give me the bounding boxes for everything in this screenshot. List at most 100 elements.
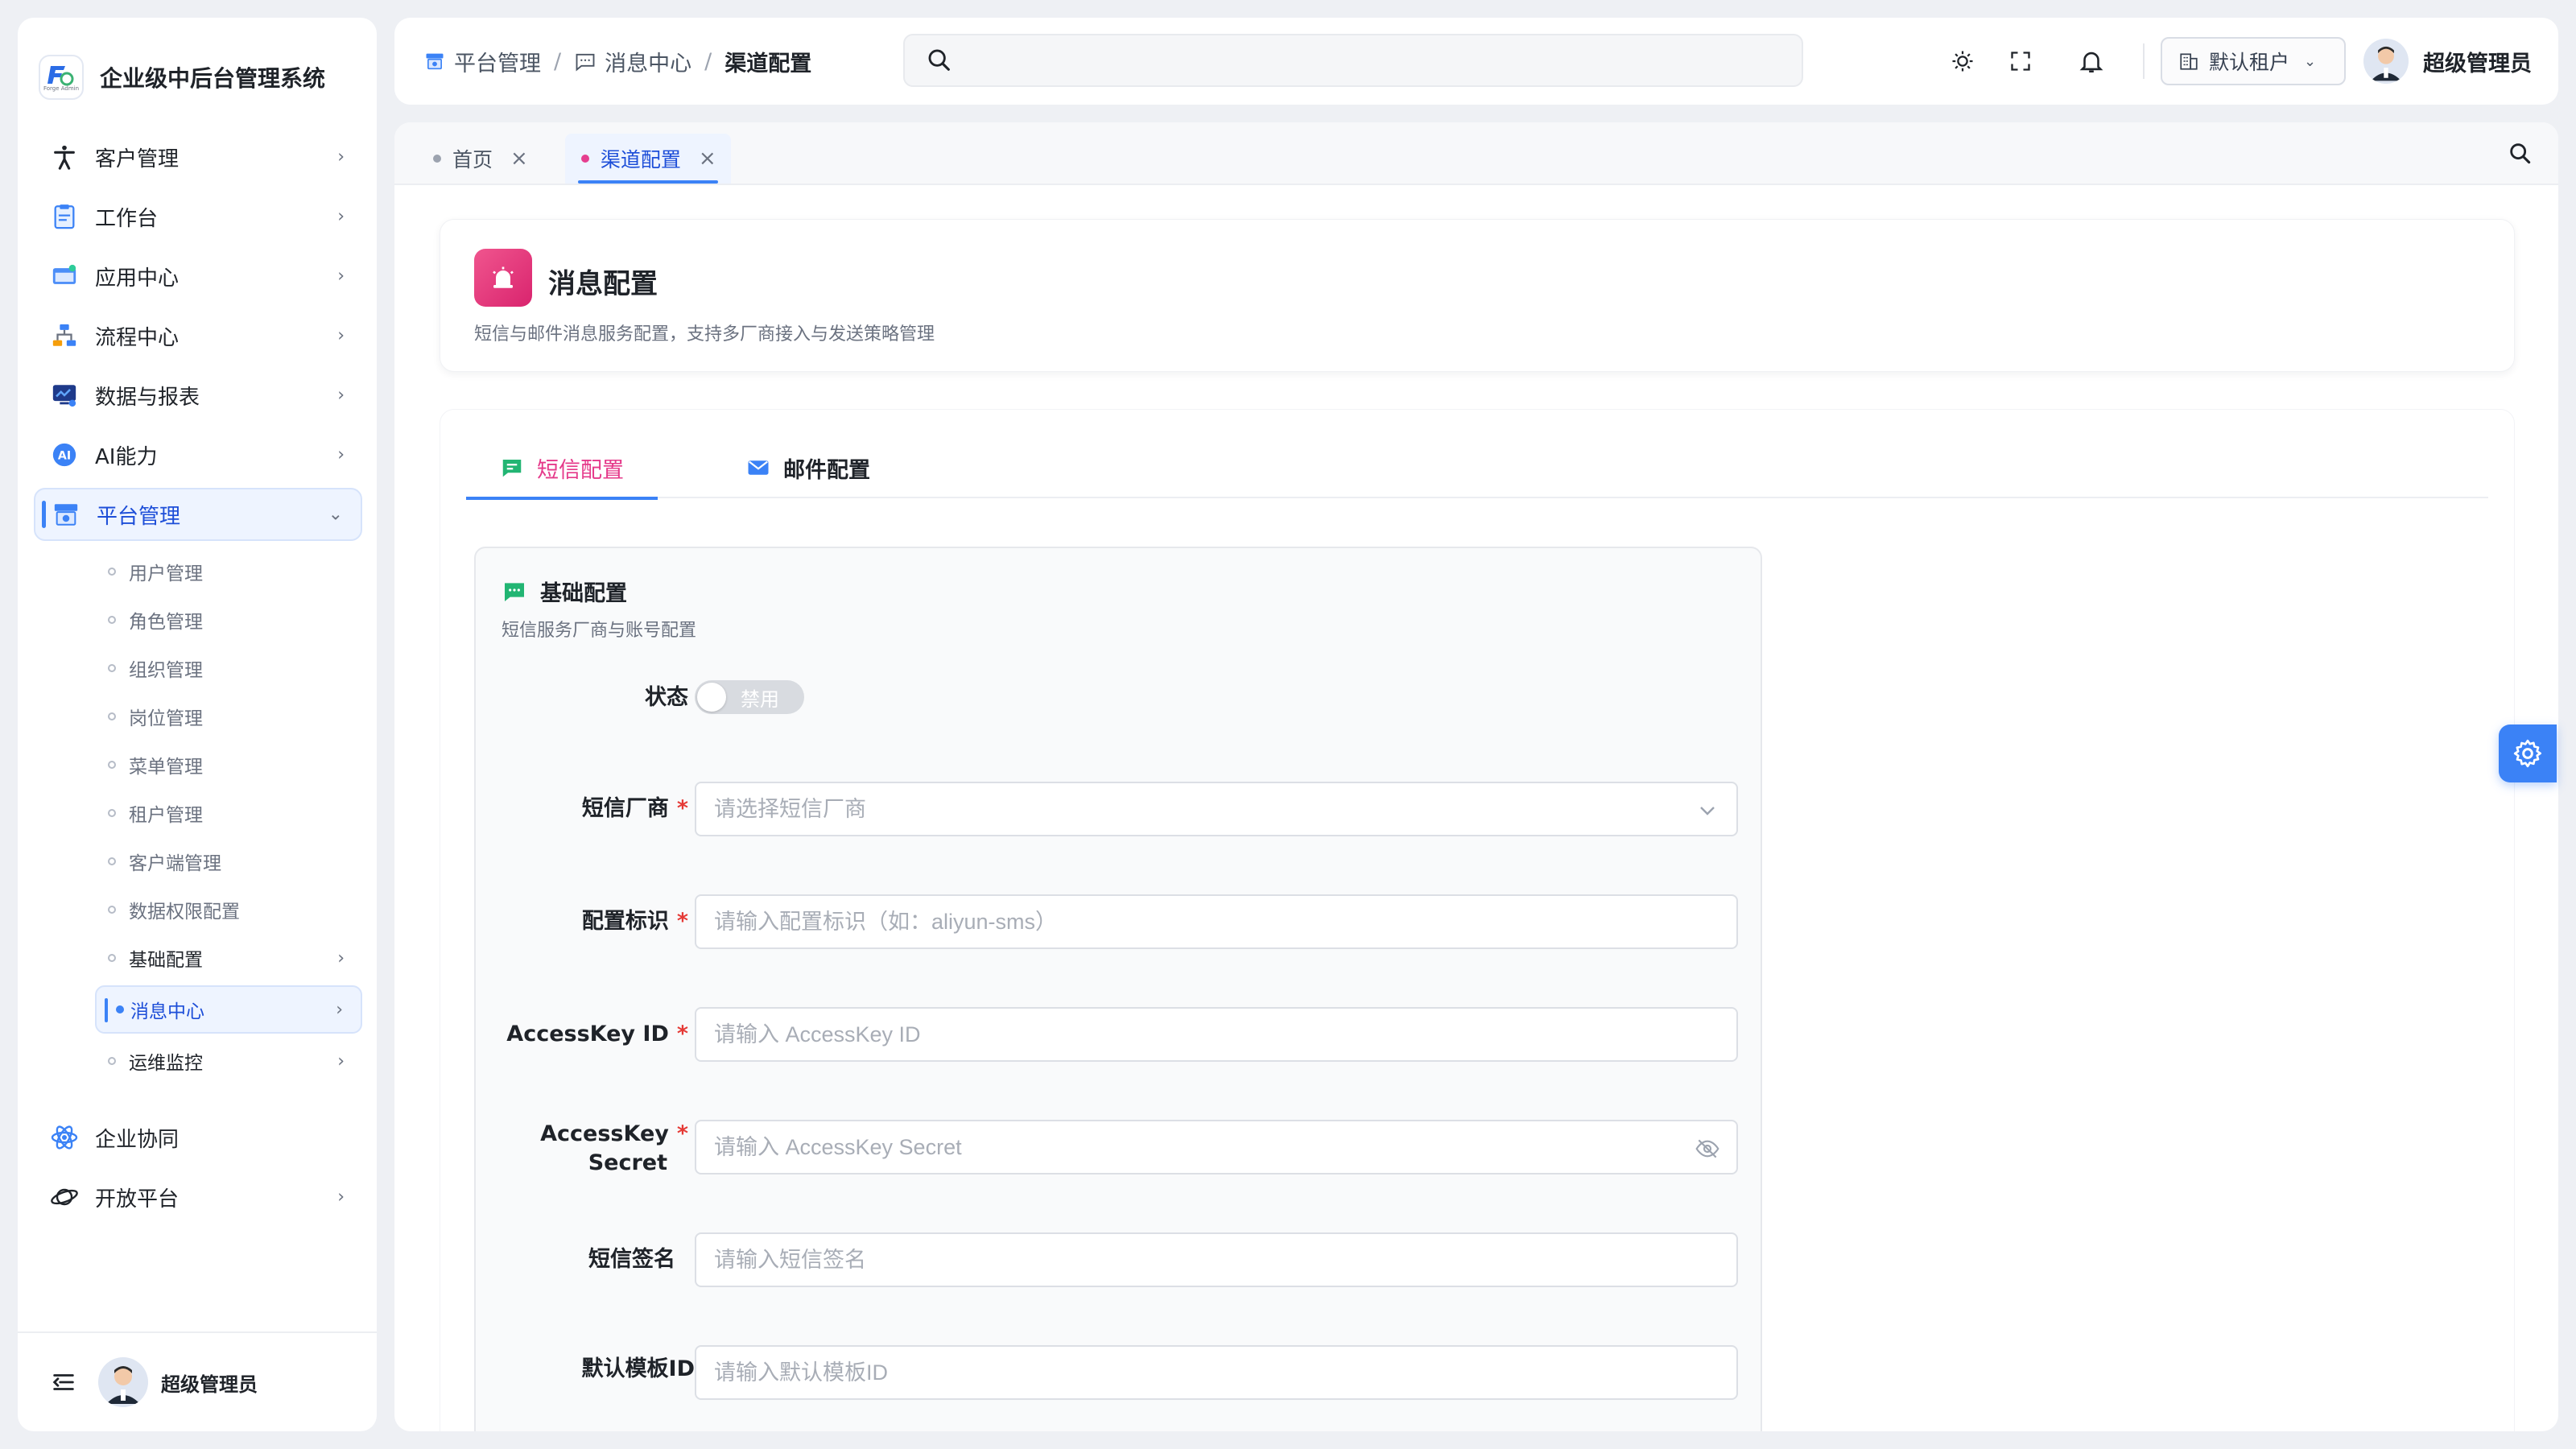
eye-off-icon[interactable] <box>1695 1136 1720 1162</box>
platform-submenu: 用户管理 角色管理 组织管理 岗位管理 菜单管理 租户管理 客户端管理 数据权限… <box>34 547 377 1085</box>
sidebar-nav: 客户管理 › 工作台 › 应用中心 › 流程中心 › 数据与报表 › AI AI… <box>18 130 377 1085</box>
main-content: 首页 × 渠道配置 × 消息配置 短信与邮件消息服务配置，支持多厂商接入与发送策… <box>394 122 2558 1431</box>
flow-icon <box>48 320 80 352</box>
bullet-icon <box>108 1057 116 1065</box>
sidebar-item-platform[interactable]: 平台管理 ⌄ <box>34 488 362 541</box>
status-toggle[interactable]: 禁用 <box>695 680 804 714</box>
sidebar-item-menu-mgmt[interactable]: 菜单管理 <box>34 741 377 789</box>
sidebar-item-data-reports[interactable]: 数据与报表 › <box>34 369 362 422</box>
tab-channel-config[interactable]: 渠道配置 × <box>564 134 731 184</box>
avatar[interactable] <box>98 1357 148 1407</box>
vendor-select[interactable] <box>695 782 1738 836</box>
sidebar-item-process[interactable]: 流程中心 › <box>34 309 362 362</box>
monitor-chart-icon <box>48 379 80 411</box>
sidebar-item-open-platform[interactable]: 开放平台 › <box>34 1170 362 1224</box>
tab-sms-config[interactable]: 短信配置 <box>466 437 658 500</box>
access-key-id-input[interactable] <box>714 1022 1664 1047</box>
close-icon[interactable]: × <box>510 147 528 171</box>
sms-sign-field[interactable] <box>695 1232 1738 1287</box>
sidebar-item-workbench[interactable]: 工作台 › <box>34 190 362 243</box>
tenant-selector[interactable]: 默认租户 ⌄ <box>2161 37 2346 85</box>
bullet-icon <box>116 1005 124 1013</box>
template-id-field[interactable] <box>695 1345 1738 1400</box>
access-key-id-field[interactable] <box>695 1007 1738 1062</box>
chevron-right-icon: › <box>337 266 345 287</box>
access-key-secret-field[interactable] <box>695 1120 1738 1174</box>
sidebar-item-label: 数据与报表 <box>95 385 200 410</box>
chevron-right-icon: › <box>336 999 343 1020</box>
chevron-right-icon: › <box>337 325 345 346</box>
gear-icon <box>2513 739 2541 768</box>
close-icon[interactable]: × <box>699 147 716 171</box>
sidebar-item-label: 流程中心 <box>95 325 180 350</box>
logo: Forge Admin <box>39 55 84 100</box>
search-input[interactable] <box>968 49 1692 72</box>
sidebar-item-data-permission[interactable]: 数据权限配置 <box>34 886 377 934</box>
theme-sun-icon[interactable] <box>1948 47 1977 76</box>
page-tabs-bar: 首页 × 渠道配置 × <box>394 122 2558 185</box>
atom-icon <box>48 1121 80 1154</box>
section-title: 基础配置 <box>502 576 627 607</box>
config-key-input[interactable] <box>714 909 1664 935</box>
bullet-icon <box>108 906 116 914</box>
form-row-config-key: 配置标识 * <box>476 894 1764 949</box>
sidebar-item-collaboration[interactable]: 企业协同 <box>34 1111 362 1164</box>
chevron-right-icon: › <box>337 385 345 406</box>
sidebar-item-role-mgmt[interactable]: 角色管理 <box>34 596 377 644</box>
bell-icon[interactable] <box>2077 47 2106 76</box>
sms-icon <box>505 582 524 601</box>
vendor-select-input[interactable] <box>714 796 1664 822</box>
breadcrumb-item-current: 渠道配置 <box>724 51 812 76</box>
sidebar-item-client-mgmt[interactable]: 客户端管理 <box>34 837 377 886</box>
forge-logo-icon <box>47 66 74 86</box>
brand[interactable]: Forge Admin 企业级中后台管理系统 <box>39 39 325 116</box>
sidebar-footer: 超级管理员 <box>18 1331 377 1431</box>
global-search[interactable] <box>903 34 1803 87</box>
fullscreen-icon[interactable] <box>2006 47 2035 76</box>
toggle-text: 禁用 <box>741 687 779 711</box>
chevron-right-icon: › <box>337 147 345 167</box>
settings-gear-button[interactable] <box>2499 724 2557 782</box>
app-root: Forge Admin 企业级中后台管理系统 客户管理 › 工作台 › 应用中心… <box>0 0 2576 1449</box>
clipboard-icon <box>48 200 80 233</box>
header-divider <box>2143 43 2145 79</box>
user-menu[interactable]: 超级管理员 <box>2363 39 2532 84</box>
sidebar-item-post-mgmt[interactable]: 岗位管理 <box>34 692 377 741</box>
alarm-icon <box>474 249 532 307</box>
sms-sign-input[interactable] <box>714 1247 1664 1273</box>
collapse-menu-icon[interactable] <box>50 1368 77 1396</box>
template-id-input[interactable] <box>714 1360 1664 1385</box>
planet-icon <box>48 1181 80 1213</box>
svg-text:AI: AI <box>58 450 71 463</box>
breadcrumb-item-message-center[interactable]: 消息中心 <box>574 46 691 77</box>
config-key-field[interactable] <box>695 894 1738 949</box>
breadcrumb-item-platform[interactable]: 平台管理 <box>423 46 541 77</box>
sidebar-item-message-center[interactable]: 消息中心 › <box>95 985 362 1034</box>
sms-sign-label: 短信签名 <box>588 1247 675 1272</box>
bullet-icon <box>108 954 116 962</box>
sidebar-item-label: 企业协同 <box>95 1127 180 1152</box>
config-card: 短信配置 邮件配置 基础配置 短信服务厂商与账号配置 状态 禁用 短信厂商 * … <box>440 409 2515 1431</box>
tab-home[interactable]: 首页 × <box>417 134 543 184</box>
sidebar-item-customer[interactable]: 客户管理 › <box>34 130 362 184</box>
chevron-right-icon: › <box>337 444 345 465</box>
access-key-id-label: AccessKey ID * <box>506 1022 688 1046</box>
chat-bubble-icon <box>576 53 595 72</box>
page-description: 短信与邮件消息服务配置，支持多厂商接入与发送策略管理 <box>474 324 935 345</box>
sidebar-item-ops-monitor[interactable]: 运维监控 › <box>34 1037 377 1085</box>
search-icon[interactable] <box>2507 140 2534 167</box>
toggle-knob <box>697 683 726 712</box>
sidebar-item-app-center[interactable]: 应用中心 › <box>34 250 362 303</box>
sidebar-item-tenant-mgmt[interactable]: 租户管理 <box>34 789 377 837</box>
breadcrumb-separator: / <box>704 48 712 74</box>
access-key-secret-input[interactable] <box>714 1134 1664 1160</box>
sidebar-item-org-mgmt[interactable]: 组织管理 <box>34 644 377 692</box>
sidebar-item-basic-config[interactable]: 基础配置 › <box>34 934 377 982</box>
sidebar: Forge Admin 企业级中后台管理系统 客户管理 › 工作台 › 应用中心… <box>18 18 377 1431</box>
logo-caption: Forge Admin <box>43 85 80 92</box>
sidebar-item-ai[interactable]: AI AI能力 › <box>34 428 362 481</box>
template-id-label: 默认模板ID <box>581 1356 695 1381</box>
mail-icon <box>748 460 769 475</box>
sidebar-item-user-mgmt[interactable]: 用户管理 <box>34 547 377 596</box>
tab-email-config[interactable]: 邮件配置 <box>746 437 870 498</box>
